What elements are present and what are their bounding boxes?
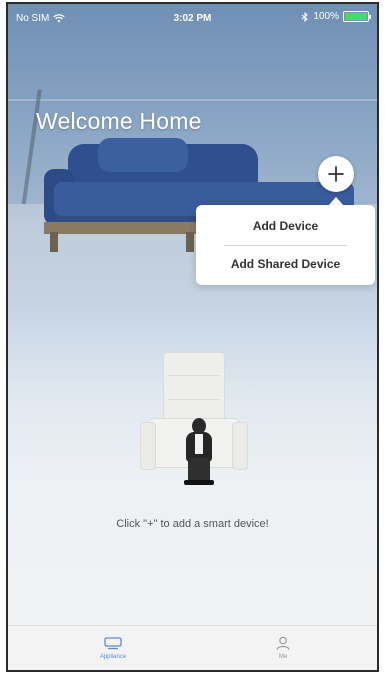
person-head (192, 418, 206, 434)
chair-back (163, 352, 225, 424)
appliance-icon (104, 637, 122, 650)
add-device-option[interactable]: Add Device (196, 207, 375, 245)
sofa-pillow (98, 138, 188, 172)
battery-tip (369, 15, 371, 19)
person-icon (276, 636, 290, 650)
tab-appliance-label: Appliance (99, 654, 127, 660)
person-legs (188, 458, 210, 482)
chair-arm (232, 422, 248, 470)
tab-appliance[interactable]: Appliance (38, 626, 188, 670)
page-title: Welcome Home (36, 108, 202, 134)
status-right: 100% (301, 11, 371, 22)
bluetooth-icon (302, 11, 309, 22)
empty-state-illustration (138, 352, 258, 492)
sofa-leg (50, 232, 58, 252)
tab-me-label: Me (278, 654, 288, 660)
add-button[interactable] (318, 156, 354, 192)
empty-state-hint: Click "+" to add a smart device! (116, 518, 269, 530)
app-screen: No SIM 3:02 PM 100% Welcome Home Add Dev… (6, 2, 379, 672)
tab-bar: Appliance Me (8, 625, 377, 670)
person-shirt (195, 434, 203, 454)
tab-me[interactable]: Me (208, 626, 358, 670)
add-menu-popup: Add Device Add Shared Device (196, 205, 375, 285)
person-feet (184, 480, 214, 485)
sofa-leg (186, 232, 194, 252)
battery-percent: 100% (313, 11, 339, 22)
status-bar: No SIM 3:02 PM 100% (8, 4, 377, 32)
plus-icon (328, 166, 344, 182)
add-shared-device-option[interactable]: Add Shared Device (196, 245, 375, 283)
wall-trim (8, 99, 377, 101)
chair-arm (140, 422, 156, 470)
battery-fill (345, 13, 367, 20)
battery-icon (343, 11, 371, 22)
